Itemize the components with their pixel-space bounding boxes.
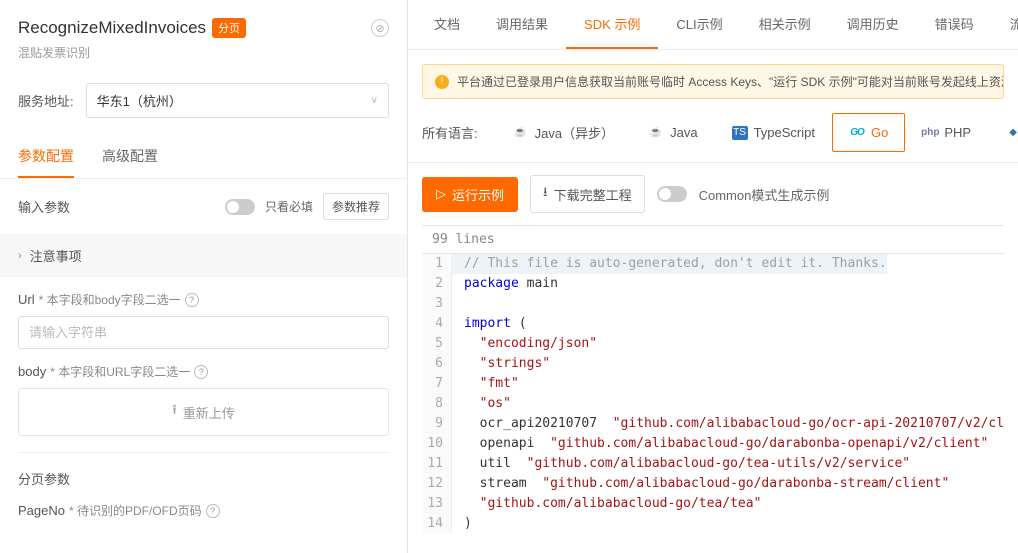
- lang-tab-java[interactable]: ☕ Java: [631, 113, 714, 152]
- right-tab-0[interactable]: 文档: [416, 0, 478, 49]
- pageno-field-label: PageNo: [18, 503, 65, 518]
- help-icon[interactable]: ?: [194, 365, 208, 379]
- code-viewer: 99 lines 1// This file is auto-generated…: [422, 225, 1004, 553]
- lang-label: TypeScript: [754, 125, 815, 140]
- lock-icon: ⊘: [371, 19, 389, 37]
- code-line: 13 "github.com/alibabacloud-go/tea/tea": [422, 494, 1004, 514]
- upload-label: 重新上传: [183, 403, 235, 422]
- chevron-right-icon: ›: [18, 250, 22, 262]
- run-example-label: 运行示例: [452, 185, 504, 204]
- ts-icon: TS: [732, 126, 748, 140]
- url-input[interactable]: [18, 316, 389, 349]
- lang-label: Java（异步）: [535, 123, 614, 142]
- only-required-label: 只看必填: [265, 198, 313, 215]
- code-line: 1// This file is auto-generated, don't e…: [422, 254, 1004, 274]
- download-project-button[interactable]: ⭳ 下载完整工程: [530, 175, 645, 213]
- page-params-title: 分页参数: [18, 469, 389, 488]
- download-icon: ⭳: [543, 183, 548, 205]
- lang-tab-php[interactable]: php PHP: [905, 113, 988, 152]
- api-title: RecognizeMixedInvoices: [18, 18, 206, 38]
- right-panel: 文档调用结果SDK 示例CLI示例相关示例调用历史错误码流程 ! 平台通过已登录…: [408, 0, 1018, 553]
- region-select[interactable]: 华东1（杭州） ∨: [86, 83, 389, 118]
- go-icon: GO: [849, 126, 865, 140]
- code-body[interactable]: 1// This file is auto-generated, don't e…: [422, 254, 1004, 553]
- tab-param-config[interactable]: 参数配置: [18, 136, 74, 178]
- common-mode-toggle[interactable]: [657, 186, 687, 202]
- code-line: 8 "os": [422, 394, 1004, 414]
- right-tab-5[interactable]: 调用历史: [829, 0, 917, 49]
- param-recommend-button[interactable]: 参数推荐: [323, 193, 389, 220]
- tab-advanced-config[interactable]: 高级配置: [102, 136, 158, 178]
- right-tab-3[interactable]: CLI示例: [658, 0, 740, 49]
- warning-alert: ! 平台通过已登录用户信息获取当前账号临时 Access Keys、"运行 SD…: [422, 64, 1004, 99]
- code-line: 14): [422, 514, 1004, 534]
- code-line: 12 stream "github.com/alibabacloud-go/da…: [422, 474, 1004, 494]
- code-line: 9 ocr_api20210707 "github.com/alibabaclo…: [422, 414, 1004, 434]
- lang-tab-java[interactable]: ☕ Java（异步）: [496, 113, 631, 152]
- left-panel: RecognizeMixedInvoices 分页 ⊘ 混贴发票识别 服务地址:…: [0, 0, 408, 553]
- languages-label: 所有语言:: [422, 123, 478, 142]
- code-line: 2package main: [422, 274, 1004, 294]
- paging-badge: 分页: [212, 18, 246, 38]
- java-icon: ☕: [648, 126, 664, 140]
- chevron-down-icon: ∨: [371, 95, 378, 106]
- warning-text: 平台通过已登录用户信息获取当前账号临时 Access Keys、"运行 SDK …: [457, 73, 1004, 90]
- php-icon: php: [922, 126, 938, 140]
- pageno-field-hint: * 待识别的PDF/OFD页码: [69, 502, 202, 519]
- right-tab-2[interactable]: SDK 示例: [566, 0, 658, 49]
- code-line: 3: [422, 294, 1004, 314]
- lang-tab-py[interactable]: ◆Pytho: [988, 113, 1018, 152]
- warning-icon: !: [435, 75, 449, 89]
- lang-tab-ts[interactable]: TS TypeScript: [715, 113, 832, 152]
- lang-tab-go[interactable]: GO Go: [832, 113, 905, 152]
- help-icon[interactable]: ?: [206, 504, 220, 518]
- body-field-label: body: [18, 364, 46, 379]
- py-icon: ◆: [1005, 126, 1018, 140]
- code-line: 5 "encoding/json": [422, 334, 1004, 354]
- code-line: 4import (: [422, 314, 1004, 334]
- url-field-label: Url: [18, 292, 35, 307]
- region-value: 华东1（杭州）: [97, 91, 182, 110]
- notice-title: 注意事项: [30, 246, 82, 265]
- only-required-toggle[interactable]: [225, 199, 255, 215]
- right-tab-1[interactable]: 调用结果: [478, 0, 566, 49]
- code-line-count: 99 lines: [422, 226, 1004, 254]
- help-icon[interactable]: ?: [185, 293, 199, 307]
- common-mode-label: Common模式生成示例: [699, 185, 830, 204]
- right-tab-4[interactable]: 相关示例: [741, 0, 829, 49]
- right-tab-7[interactable]: 流程: [992, 0, 1018, 49]
- lang-label: Go: [871, 125, 888, 140]
- api-subtitle: 混贴发票识别: [18, 44, 389, 61]
- upload-icon: ⭱: [172, 401, 177, 423]
- run-example-button[interactable]: ▷ 运行示例: [422, 177, 518, 212]
- language-tabs: 所有语言: ☕ Java（异步） ☕ Java TS TypeScript GO Go php P…: [408, 109, 1018, 163]
- play-icon: ▷: [436, 186, 446, 202]
- region-label: 服务地址:: [18, 91, 74, 110]
- right-tabs: 文档调用结果SDK 示例CLI示例相关示例调用历史错误码流程: [408, 0, 1018, 50]
- download-project-label: 下载完整工程: [554, 185, 632, 204]
- lang-label: Java: [670, 125, 697, 140]
- notice-collapse[interactable]: › 注意事项: [0, 234, 407, 277]
- code-line: 11 util "github.com/alibabacloud-go/tea-…: [422, 454, 1004, 474]
- body-field-hint: * 本字段和URL字段二选一: [50, 363, 190, 380]
- body-upload-button[interactable]: ⭱ 重新上传: [18, 388, 389, 436]
- input-params-title: 输入参数: [18, 197, 70, 216]
- url-field-hint: * 本字段和body字段二选一: [39, 291, 181, 308]
- left-tabs: 参数配置 高级配置: [0, 136, 407, 179]
- code-line: 6 "strings": [422, 354, 1004, 374]
- code-line: 10 openapi "github.com/alibabacloud-go/d…: [422, 434, 1004, 454]
- right-tab-6[interactable]: 错误码: [917, 0, 992, 49]
- lang-label: PHP: [944, 125, 971, 140]
- java-icon: ☕: [513, 126, 529, 140]
- code-line: 7 "fmt": [422, 374, 1004, 394]
